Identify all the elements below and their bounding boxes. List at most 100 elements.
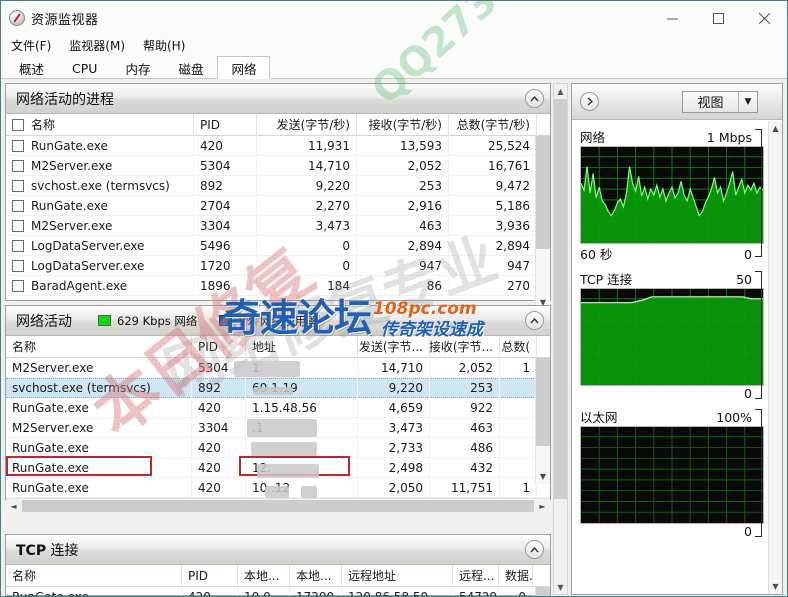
column-pid[interactable]: PID xyxy=(192,335,246,358)
network-activity-header[interactable]: 网络活动 629 Kbps 网络 0% 网络使用率 xyxy=(6,306,550,336)
column-name[interactable]: 名称 xyxy=(6,335,192,358)
scroll-down-icon[interactable]: ▼ xyxy=(769,579,782,594)
chevron-up-icon[interactable] xyxy=(525,311,544,330)
table-row[interactable]: svchost.exe (termsvcs) 892 9,220 253 9,4… xyxy=(6,175,550,196)
row-checkbox[interactable] xyxy=(12,139,24,152)
scroll-down-icon[interactable]: ▼ xyxy=(536,469,550,484)
scroll-up-icon[interactable]: ▲ xyxy=(769,121,782,136)
column-received[interactable]: 接收(字节/秒) xyxy=(357,113,449,136)
cell-pid: 420 xyxy=(192,457,246,478)
table-row[interactable]: M2Server.exe 3304 .1 3,473 463 xyxy=(6,417,550,438)
column-total[interactable]: 总数( xyxy=(500,335,537,358)
cell-name: M2Server.exe xyxy=(6,417,192,438)
utilization-stat: 0% 网络使用率 xyxy=(219,313,318,329)
cell-pid: 420 xyxy=(194,135,257,156)
left-column-scrollbar[interactable]: ▲ ▼ xyxy=(553,83,568,595)
table-row[interactable]: RunGate.exe 420 12. 2,498 432 xyxy=(6,457,550,478)
cell-pid: 892 xyxy=(192,378,246,398)
table-row[interactable]: RunGate.exe 420 2,733 486 xyxy=(6,437,550,458)
cell-address: 10 .12 xyxy=(246,477,358,498)
graphs-scrollbar[interactable]: ▲ ▼ xyxy=(768,121,782,594)
tcp-panel-header[interactable]: TCP 连接 xyxy=(6,535,550,565)
minimize-button[interactable] xyxy=(649,1,695,35)
processes-table-header: 名称 PID 发送(字节/秒) 接收(字节/秒) 总数(字节/秒) xyxy=(6,113,550,136)
table-row[interactable]: RunGate.exe 420 10 .12 2,050 11,751 1 xyxy=(6,477,550,498)
column-received[interactable]: 接收(字节... xyxy=(430,335,500,358)
column-address[interactable]: 地址 xyxy=(246,335,358,358)
column-sent[interactable]: 发送(字节... xyxy=(358,335,430,358)
row-checkbox[interactable] xyxy=(12,199,24,212)
column-pid[interactable]: PID xyxy=(194,113,257,136)
cell-total: 5,186 xyxy=(449,195,537,216)
maximize-button[interactable] xyxy=(695,1,741,35)
table-row[interactable]: RunGate.exe 420 11,931 13,593 25,524 xyxy=(6,135,550,156)
network-horizontal-scrollbar[interactable]: ◄ ► xyxy=(6,498,550,513)
network-scrollbar[interactable]: ▲ ▼ xyxy=(535,336,550,484)
chevron-right-icon[interactable] xyxy=(580,92,599,111)
row-checkbox[interactable] xyxy=(12,219,24,232)
cell-total: 1 xyxy=(500,477,537,498)
view-button-label: 视图 xyxy=(697,96,724,111)
scrollbar-thumb[interactable] xyxy=(554,99,567,499)
scroll-right-icon[interactable]: ► xyxy=(535,502,550,511)
tab-network[interactable]: 网络 xyxy=(217,56,271,79)
column-pid[interactable]: PID xyxy=(182,564,238,587)
table-row[interactable]: M2Server.exe 5304 1 14,710 2,052 1 xyxy=(6,357,550,378)
select-all-checkbox[interactable] xyxy=(12,118,24,131)
cell-sent: 0 xyxy=(257,255,357,276)
close-button[interactable] xyxy=(741,1,787,35)
scroll-left-icon[interactable]: ◄ xyxy=(6,502,21,511)
column-local-address[interactable]: 本地... xyxy=(238,564,290,587)
column-name[interactable]: 名称 xyxy=(6,564,182,587)
cell-sent: 14,710 xyxy=(358,357,430,378)
tab-cpu[interactable]: CPU xyxy=(58,56,111,79)
scroll-down-icon[interactable]: ▼ xyxy=(554,580,567,594)
chevron-up-icon[interactable] xyxy=(525,540,544,559)
row-checkbox[interactable] xyxy=(12,259,24,272)
table-row[interactable]: RunGate.exe 420 1.15.48.56 4,659 922 xyxy=(6,397,550,418)
graph-ethernet-canvas xyxy=(580,426,764,524)
menu-item-help[interactable]: 帮助(H) xyxy=(143,37,185,54)
table-row[interactable]: BaradAgent.exe 1896 184 86 270 xyxy=(6,275,550,296)
cell-received: 2,052 xyxy=(357,155,449,176)
row-checkbox[interactable] xyxy=(12,279,24,292)
row-checkbox[interactable] xyxy=(12,179,24,192)
tab-disk[interactable]: 磁盘 xyxy=(164,56,217,79)
view-button[interactable]: 视图 ▼ xyxy=(682,90,758,113)
column-sent[interactable]: 发送(字节/秒) xyxy=(257,113,357,136)
column-total[interactable]: 总数(字节/秒) xyxy=(449,113,537,136)
column-remote-address[interactable]: 远程地址 xyxy=(342,564,453,587)
column-remote-port[interactable]: 远程... xyxy=(453,564,499,587)
processes-panel-header[interactable]: 网络活动的进程 xyxy=(6,84,550,114)
graph-network-title: 网络 xyxy=(580,130,606,145)
table-row[interactable]: M2Server.exe 5304 14,710 2,052 16,761 xyxy=(6,155,550,176)
column-loss[interactable]: 数据... xyxy=(499,564,533,587)
row-checkbox[interactable] xyxy=(12,239,24,252)
table-row[interactable]: RunGate.exe 2704 2,270 2,916 5,186 xyxy=(6,195,550,216)
cell-sent: 3,473 xyxy=(358,417,430,438)
network-table-body: M2Server.exe 5304 1 14,710 2,052 1 svcho… xyxy=(6,357,550,498)
main-content: 网络活动的进程 ▲ ▼ 名称 xyxy=(1,79,787,596)
tcp-table-body: RunGate.exe 420 10.0 17200 120.86.58.50 … xyxy=(6,586,550,596)
graph-network-min: 0 xyxy=(744,247,752,262)
processes-scrollbar[interactable]: ▲ ▼ xyxy=(535,114,550,310)
table-row-selected[interactable]: svchost.exe (termsvcs) 892 60 1.19 9,220… xyxy=(6,378,550,398)
resource-monitor-icon xyxy=(9,10,25,26)
tab-overview[interactable]: 概述 xyxy=(5,56,58,79)
scroll-up-icon[interactable]: ▲ xyxy=(554,84,567,98)
table-row[interactable]: LogDataServer.exe 1720 0 947 947 xyxy=(6,255,550,276)
column-local-port[interactable]: 本地... xyxy=(290,564,342,587)
column-name[interactable]: 名称 xyxy=(6,113,194,136)
menu-item-file[interactable]: 文件(F) xyxy=(11,37,51,54)
chevron-up-icon[interactable] xyxy=(525,89,544,108)
chevron-down-icon[interactable]: ▼ xyxy=(739,97,757,107)
cell-name: LogDataServer.exe xyxy=(31,258,145,273)
tcp-panel-title: TCP 连接 xyxy=(16,542,79,559)
table-row[interactable]: LogDataServer.exe 5496 0 2,894 2,894 xyxy=(6,235,550,256)
table-row[interactable]: M2Server.exe 3304 3,473 463 3,936 xyxy=(6,215,550,236)
tab-memory[interactable]: 内存 xyxy=(111,56,164,79)
row-checkbox[interactable] xyxy=(12,159,24,172)
graphs-panel-header: 视图 ▼ xyxy=(572,84,782,120)
menu-item-monitor[interactable]: 监视器(M) xyxy=(69,37,125,54)
table-row[interactable]: RunGate.exe 420 10.0 17200 120.86.58.50 … xyxy=(6,586,550,596)
